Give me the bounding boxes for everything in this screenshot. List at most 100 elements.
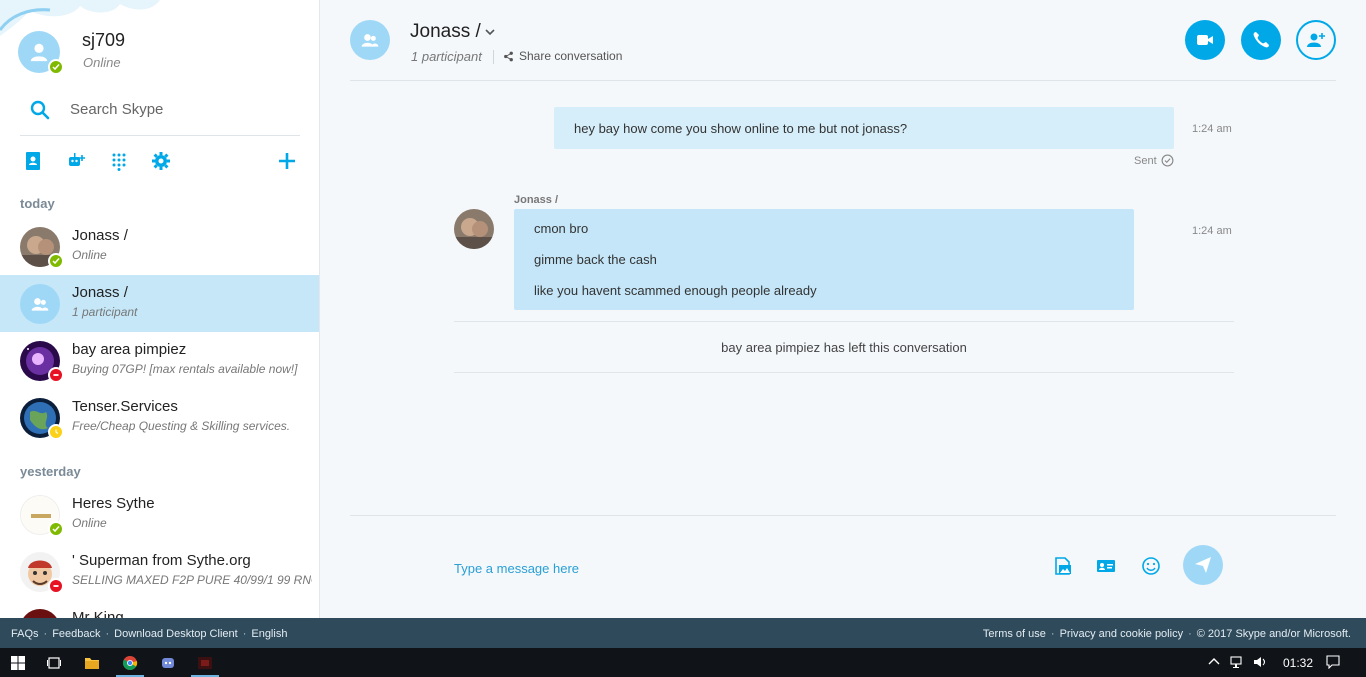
dial-pad-button[interactable] (106, 148, 132, 174)
bot-add-icon (69, 153, 85, 166)
share-icon (504, 51, 513, 61)
contact-item-jonass[interactable]: Jonass / Online (0, 218, 319, 275)
share-conversation-link[interactable]: Share conversation (503, 49, 622, 63)
contact-item-mr-king[interactable]: Mr King (0, 600, 319, 618)
avatar (20, 227, 64, 269)
outgoing-message[interactable]: hey bay how come you show online to me b… (554, 107, 1174, 149)
check-circle-icon (1161, 154, 1174, 167)
contact-item-superman[interactable]: ' Superman from Sythe.org SELLING MAXED … (0, 543, 319, 600)
profile-avatar[interactable] (18, 31, 64, 75)
contact-status: SELLING MAXED F2P PURE 40/99/1 99 RNG (72, 573, 312, 587)
contacts-book-icon (26, 152, 40, 170)
contact-item-bay-area-pimpiez[interactable]: bay area pimpiez Buying 07GP! [max renta… (0, 332, 319, 389)
search-input[interactable] (70, 98, 290, 120)
sender-name: Jonass / (514, 194, 559, 206)
discord-icon (162, 657, 174, 668)
dot-separator: · (43, 628, 48, 640)
message-timestamp: 1:24 am (1192, 123, 1232, 135)
do-not-disturb-presence-icon (48, 367, 64, 383)
online-presence-icon (48, 253, 64, 269)
file-explorer-button[interactable] (74, 648, 110, 677)
sender-avatar[interactable] (454, 209, 494, 249)
message-timestamp: 1:24 am (1192, 225, 1232, 237)
contact-name: ' Superman from Sythe.org (72, 552, 251, 569)
chevron-up-icon[interactable] (1207, 655, 1221, 669)
avatar (20, 341, 64, 383)
contacts-button[interactable] (20, 148, 46, 174)
contact-name: bay area pimpiez (72, 341, 187, 358)
emoticon-button[interactable] (1139, 554, 1163, 578)
photo-avatar-icon (20, 609, 60, 618)
start-button[interactable] (0, 648, 36, 677)
profile-status[interactable]: Online (83, 55, 121, 70)
contact-status: Online (72, 516, 107, 530)
avatar (20, 495, 64, 537)
message-line: gimme back the cash (534, 252, 657, 267)
add-participant-button[interactable] (1296, 20, 1336, 60)
send-contact-button[interactable] (1094, 554, 1118, 578)
system-divider-bottom (454, 372, 1234, 373)
sidebar: sj709 Online today Jonass / Online (0, 0, 320, 618)
faqs-link[interactable]: FAQs (11, 628, 39, 640)
sent-receipt: Sent (1134, 154, 1174, 167)
language-link[interactable]: English (251, 628, 287, 640)
windows-logo-icon (11, 655, 25, 670)
message-line: cmon bro (534, 221, 589, 236)
add-bot-button[interactable] (64, 148, 90, 174)
privacy-link[interactable]: Privacy and cookie policy (1060, 628, 1184, 640)
terms-link[interactable]: Terms of use (983, 628, 1046, 640)
contact-status: Buying 07GP! [max rentals available now!… (72, 362, 298, 376)
audio-call-button[interactable] (1241, 20, 1281, 60)
footer-left-links: FAQs · Feedback · Download Desktop Client ·… (11, 628, 287, 640)
contact-item-heres-sythe[interactable]: Heres Sythe Online (0, 486, 319, 543)
user-icon (30, 43, 48, 62)
do-not-disturb-presence-icon (48, 578, 64, 594)
message-input[interactable] (454, 558, 954, 578)
incoming-message[interactable]: cmon bro gimme back the cash like you ha… (514, 209, 1134, 310)
search-box[interactable] (20, 92, 300, 136)
plus-icon (279, 153, 295, 169)
video-call-button[interactable] (1185, 20, 1225, 60)
contact-status: Online (72, 248, 107, 262)
send-message-button[interactable] (1183, 545, 1223, 585)
download-desktop-client-link[interactable]: Download Desktop Client (114, 628, 238, 640)
photo-avatar-icon (454, 209, 494, 249)
conversation-header: Jonass / 1 participant Share conversatio… (350, 0, 1336, 81)
group-icon (31, 298, 49, 311)
conversation-avatar[interactable] (350, 20, 390, 60)
share-label: Share conversation (519, 49, 623, 63)
contact-name: Tenser.Services (72, 398, 178, 415)
settings-button[interactable] (148, 148, 174, 174)
action-center-icon[interactable] (1326, 655, 1340, 669)
task-view-icon (47, 656, 61, 669)
participant-count[interactable]: 1 participant (411, 49, 482, 64)
footer-right-links: Terms of use · Privacy and cookie policy ·… (983, 628, 1351, 640)
system-message: bay area pimpiez has left this conversat… (721, 340, 967, 355)
contact-item-jonass-group[interactable]: Jonass / 1 participant (0, 275, 319, 332)
feedback-link[interactable]: Feedback (52, 628, 100, 640)
profile-name[interactable]: sj709 (82, 30, 125, 51)
send-icon (1195, 557, 1211, 573)
volume-icon[interactable] (1253, 655, 1267, 669)
group-icon (361, 34, 379, 47)
chrome-button[interactable] (112, 648, 148, 677)
section-yesterday: yesterday (20, 464, 81, 479)
contact-status: 1 participant (72, 305, 138, 319)
conversation-title[interactable]: Jonass / (410, 21, 481, 43)
taskbar-clock[interactable]: 01:32 (1283, 656, 1313, 670)
add-person-icon (1307, 33, 1325, 47)
system-divider-top (454, 321, 1234, 322)
runelite-button[interactable] (187, 648, 223, 677)
chevron-down-icon[interactable] (484, 26, 496, 38)
send-file-button[interactable] (1051, 554, 1075, 578)
contact-status: Free/Cheap Questing & Skilling services. (72, 419, 291, 433)
contact-item-tenser-services[interactable]: Tenser.Services Free/Cheap Questing & Sk… (0, 389, 319, 446)
network-icon[interactable] (1230, 655, 1244, 669)
contact-name: Jonass / (72, 284, 128, 301)
discord-button[interactable] (150, 648, 186, 677)
sidebar-toolbar (20, 148, 300, 176)
image-file-icon (1055, 557, 1071, 575)
task-view-button[interactable] (36, 648, 72, 677)
new-conversation-button[interactable] (274, 148, 300, 174)
dial-pad-icon (112, 153, 126, 171)
